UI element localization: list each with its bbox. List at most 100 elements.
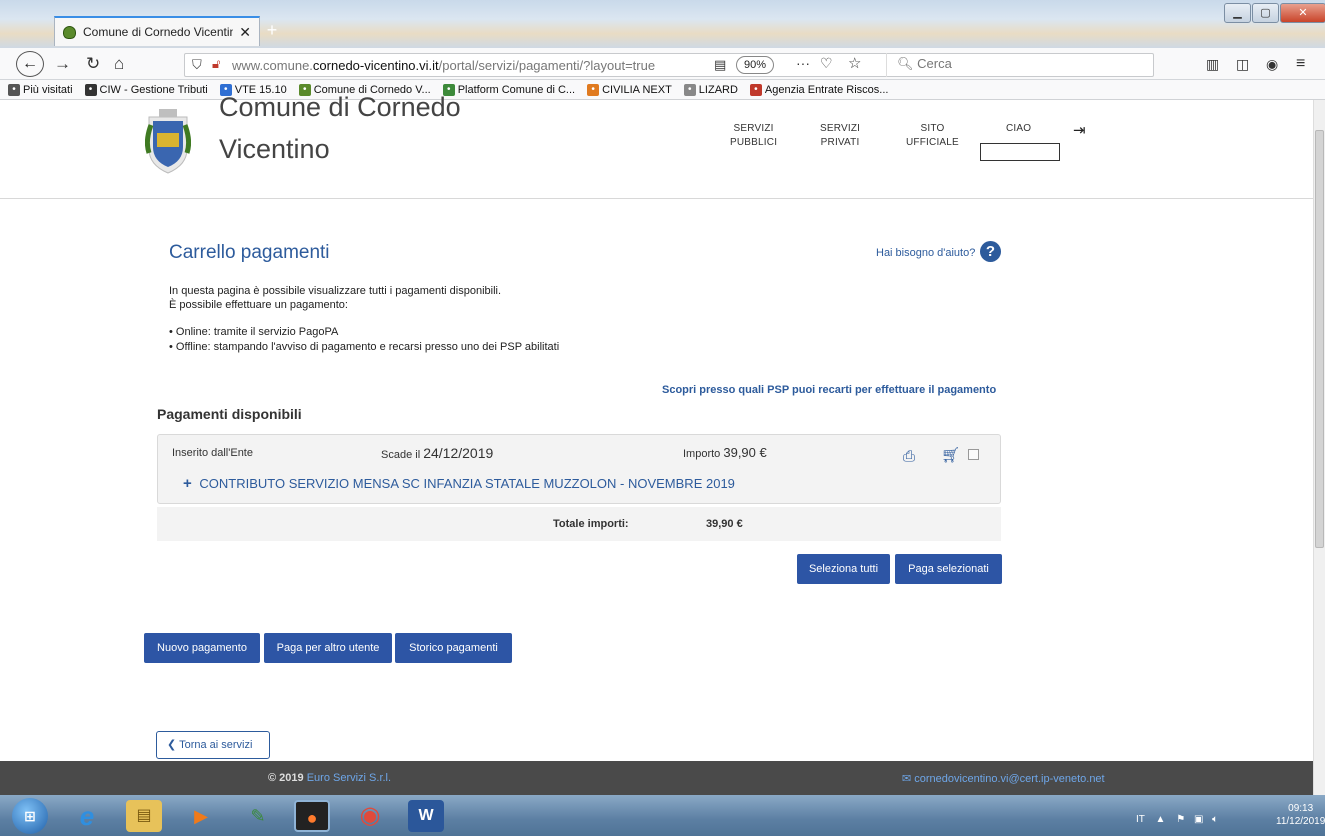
maximize-button[interactable]: ▢: [1252, 3, 1279, 23]
copyright: © 2019 Euro Servizi S.r.l.: [268, 772, 391, 784]
bookmark-item[interactable]: • CIW - Gestione Tributi: [84, 83, 208, 96]
new-tab-plus-icon[interactable]: +: [262, 20, 282, 40]
nav-label: PUBBLICI: [730, 137, 778, 148]
insecure-lock-icon[interactable]: 🔓︎: [212, 56, 220, 72]
expand-plus-icon[interactable]: +: [183, 475, 192, 492]
bookmark-star-icon[interactable]: ☆: [848, 54, 861, 72]
forward-arrow-icon[interactable]: →: [54, 54, 71, 74]
tab-close-icon[interactable]: ✕: [239, 24, 251, 41]
close-window-button[interactable]: ✕: [1280, 3, 1325, 23]
page-title: Carrello pagamenti: [169, 242, 330, 263]
url-prefix: www.comune.: [232, 58, 313, 73]
help-question-icon[interactable]: ?: [980, 241, 1001, 262]
site-name-line1: Comune di Cornedo: [219, 92, 461, 122]
word-taskbar-icon[interactable]: W: [408, 800, 444, 832]
bookmarks-toolbar: • Più visitati • CIW - Gestione Tributi • VTE…: [0, 80, 1325, 100]
network-icon[interactable]: ▣: [1194, 814, 1203, 825]
municipality-crest-logo[interactable]: [145, 103, 191, 183]
tools-icon[interactable]: ✎: [240, 800, 276, 832]
back-to-services-button[interactable]: ❮ Torna ai servizi: [156, 731, 270, 759]
amount-value: 39,90 €: [723, 445, 767, 460]
print-icon[interactable]: ⎙: [903, 448, 915, 465]
civilia-icon: •: [587, 83, 600, 96]
browser-tab[interactable]: Comune di Cornedo Vicentino ✕: [54, 16, 260, 46]
total-value: 39,90 €: [706, 518, 743, 530]
bookmark-item[interactable]: • LIZARD: [683, 83, 738, 96]
payment-description[interactable]: + CONTRIBUTO SERVIZIO MENSA SC INFANZIA …: [183, 475, 735, 492]
reader-view-icon[interactable]: ▤: [714, 57, 726, 73]
logout-icon[interactable]: ⇥: [1073, 121, 1086, 139]
bookmark-item[interactable]: • Platform Comune di C...: [442, 83, 575, 96]
nav-label: SERVIZI: [820, 123, 861, 134]
site-name[interactable]: Comune di Cornedo Vicentino: [219, 92, 461, 168]
header-divider: [0, 198, 1313, 199]
pocket-icon[interactable]: ♡: [820, 55, 833, 72]
search-icon: 🔍︎: [897, 56, 918, 71]
crest-favicon-icon: [63, 25, 76, 39]
search-input[interactable]: 🔍︎ Cerca: [886, 53, 1152, 77]
language-indicator[interactable]: IT: [1136, 814, 1145, 825]
media-player-icon[interactable]: ▶: [183, 800, 219, 832]
nav-servizi-pubblici[interactable]: SERVIZI PUBBLICI: [730, 122, 777, 150]
user-greeting: CIAO: [1006, 123, 1032, 134]
bookmark-label: CIVILIA NEXT: [602, 83, 672, 96]
start-button-icon[interactable]: ⊞: [12, 798, 48, 834]
sidebar-icon[interactable]: ◫: [1236, 54, 1249, 74]
tray-expand-icon[interactable]: ▲: [1156, 814, 1166, 825]
flag-icon[interactable]: ⚑: [1176, 814, 1185, 825]
shield-icon[interactable]: ⛉: [192, 57, 202, 73]
email-text: cornedovicentino.vi@cert.ip-veneto.net: [914, 773, 1105, 785]
pay-other-user-button[interactable]: Paga per altro utente: [264, 633, 392, 663]
cart-icon[interactable]: 🛒︎: [941, 446, 960, 464]
home-icon[interactable]: ⌂: [114, 54, 124, 74]
volume-icon[interactable]: 🔈︎: [1212, 814, 1218, 825]
url-text[interactable]: www.comune.cornedo-vicentino.vi.it/porta…: [232, 58, 655, 73]
nav-sito-ufficiale[interactable]: SITO UFFICIALE: [906, 122, 959, 150]
minimize-button[interactable]: ▁: [1224, 3, 1251, 23]
chrome-taskbar-icon[interactable]: ◉: [352, 800, 388, 832]
help-link[interactable]: Hai bisogno d'aiuto?: [876, 247, 975, 259]
nav-label: SERVIZI: [733, 123, 774, 134]
psp-info-link[interactable]: Scopri presso quali PSP puoi recarti per…: [662, 384, 996, 396]
window-controls: ▁ ▢ ✕: [1223, 3, 1325, 25]
zoom-level-badge[interactable]: 90%: [736, 56, 775, 74]
nav-label: UFFICIALE: [906, 137, 959, 148]
library-icon[interactable]: ▥: [1206, 54, 1219, 74]
reload-icon[interactable]: ↻: [86, 54, 100, 74]
bullet-online: • Online: tramite il servizio PagoPA: [169, 326, 339, 338]
amount-label: Importo: [683, 448, 721, 460]
url-path: /portal/servizi/pagamenti/?layout=true: [438, 58, 656, 73]
internet-explorer-icon[interactable]: e: [69, 800, 105, 832]
scrollbar-thumb[interactable]: [1315, 130, 1324, 548]
envelope-icon: ✉: [902, 773, 912, 785]
back-arrow-icon[interactable]: ←: [16, 51, 44, 77]
account-icon[interactable]: ◉: [1266, 54, 1278, 74]
chevron-left-icon: ❮: [167, 739, 180, 751]
payment-history-button[interactable]: Storico pagamenti: [395, 633, 512, 663]
bookmark-label: Agenzia Entrate Riscos...: [764, 83, 889, 96]
payment-due: Scade il 24/12/2019: [381, 445, 493, 461]
ae-icon: •: [749, 83, 762, 96]
footer-email[interactable]: ✉ cornedovicentino.vi@cert.ip-veneto.net: [902, 772, 1105, 785]
payment-amount: Importo 39,90 €: [683, 445, 767, 460]
bookmark-label: CIW - Gestione Tributi: [99, 83, 208, 96]
company-link[interactable]: Euro Servizi S.r.l.: [307, 772, 391, 784]
taskbar-clock[interactable]: 09:13 11/12/2019: [1276, 802, 1325, 828]
bookmark-label: Più visitati: [23, 83, 73, 96]
nav-servizi-privati[interactable]: SERVIZI PRIVATI: [820, 122, 860, 150]
select-all-button[interactable]: Seleziona tutti: [797, 554, 890, 584]
payment-checkbox[interactable]: [968, 449, 979, 460]
gear-icon: •: [8, 83, 20, 96]
bookmark-item[interactable]: • Agenzia Entrate Riscos...: [749, 83, 889, 96]
menu-hamburger-icon[interactable]: ≡: [1296, 54, 1305, 74]
firefox-taskbar-icon[interactable]: ●: [294, 800, 330, 832]
pay-selected-button[interactable]: Paga selezionati: [895, 554, 1002, 584]
bookmark-item[interactable]: • Più visitati: [8, 83, 73, 96]
file-explorer-icon[interactable]: ▤: [126, 800, 162, 832]
intro-line2: È possibile effettuare un pagamento:: [169, 299, 348, 311]
page-actions-icon[interactable]: ···: [796, 55, 810, 71]
user-name-box[interactable]: [980, 143, 1060, 161]
new-payment-button[interactable]: Nuovo pagamento: [144, 633, 260, 663]
total-label: Totale importi:: [553, 518, 629, 530]
bookmark-item[interactable]: • CIVILIA NEXT: [587, 83, 672, 96]
